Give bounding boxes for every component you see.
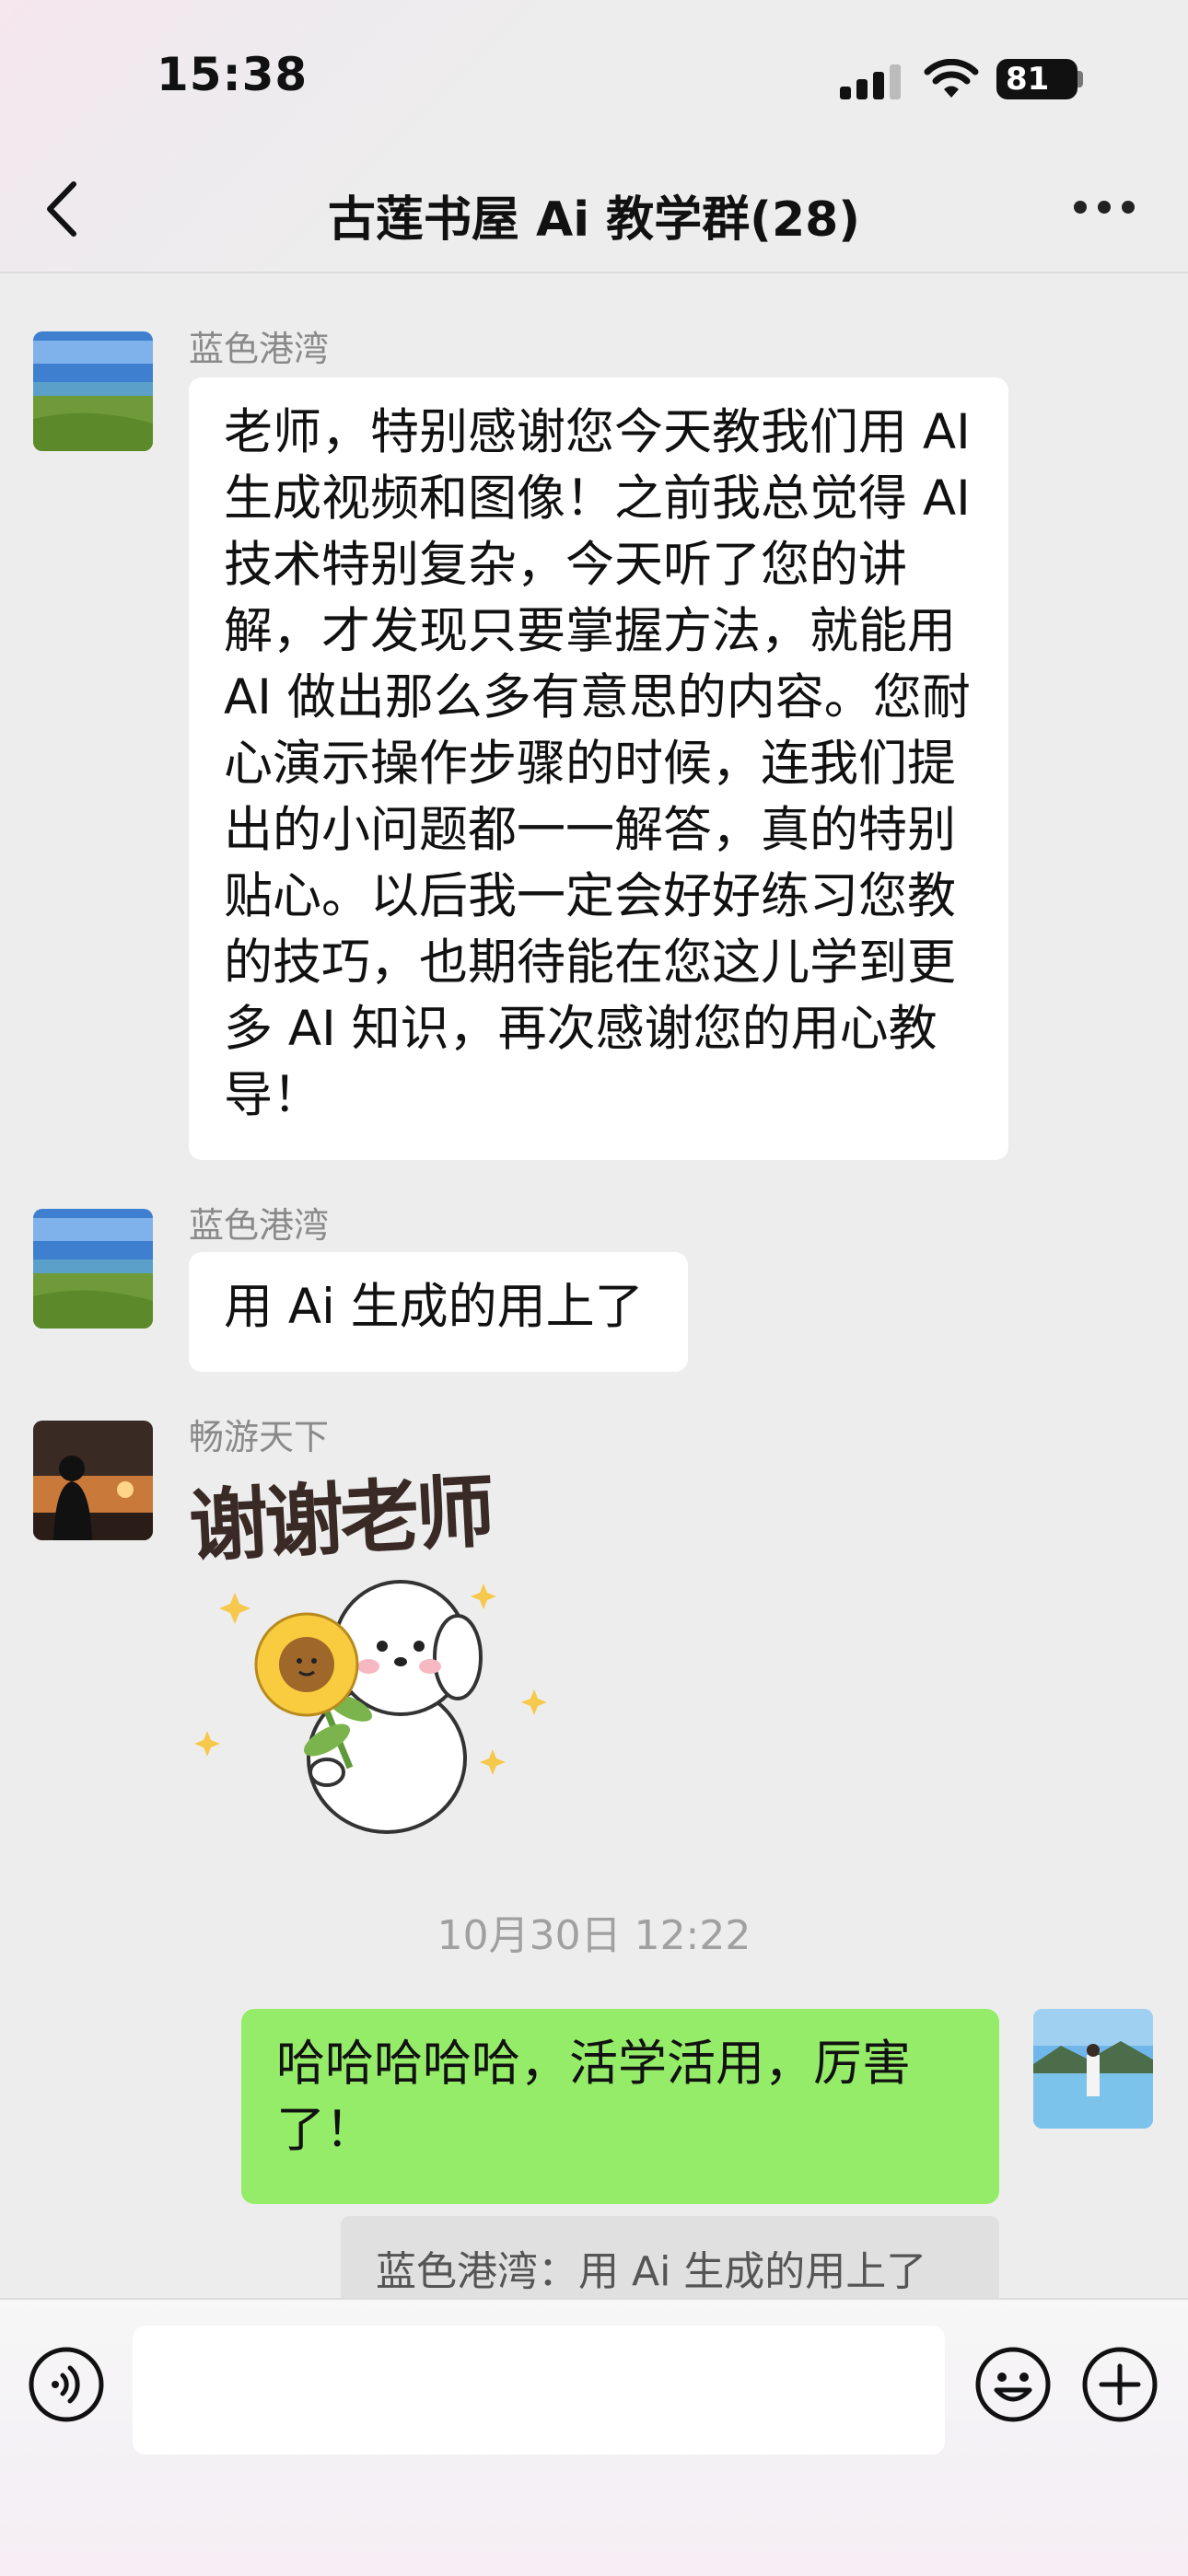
message-bubble[interactable]: 老师，特别感谢您今天教我们用 AI 生成视频和图像！之前我总觉得 AI 技术特别… — [189, 377, 1008, 1160]
landscape-avatar-icon — [33, 331, 153, 451]
avatar[interactable] — [33, 331, 153, 451]
my-avatar[interactable] — [1033, 2009, 1153, 2129]
signal-icon — [840, 64, 901, 99]
input-bar — [0, 2298, 1188, 2576]
sunset-avatar-icon — [33, 1421, 153, 1540]
battery-indicator: 81 — [996, 59, 1077, 99]
chat-title: 古莲书屋 Ai 教学群(28) — [327, 192, 861, 248]
voice-icon[interactable] — [28, 2346, 105, 2423]
mountain-lake-avatar-icon — [1033, 2009, 1153, 2129]
timestamp: 10月30日 12:22 — [437, 1912, 751, 1959]
battery-tip — [1077, 71, 1083, 87]
sender-name: 蓝色港湾 — [189, 329, 330, 369]
avatar[interactable] — [33, 1421, 153, 1540]
message-input[interactable] — [133, 2326, 945, 2454]
sender-name: 畅游天下 — [189, 1417, 330, 1457]
dog-sunflower-icon — [194, 1580, 547, 1834]
landscape-avatar-icon — [33, 1209, 153, 1329]
my-message-bubble[interactable]: 哈哈哈哈哈，活学活用，厉害了！ — [241, 2009, 999, 2204]
status-time: 15:38 — [157, 48, 309, 101]
sender-name: 蓝色港湾 — [189, 1205, 330, 1246]
quoted-message[interactable]: 蓝色港湾：用 Ai 生成的用上了 — [341, 2216, 999, 2308]
avatar[interactable] — [33, 1209, 153, 1329]
header: 15:38 81 古莲书屋 Ai 教学群(28) — [0, 0, 1188, 273]
message-bubble[interactable]: 用 Ai 生成的用上了 — [189, 1252, 688, 1372]
wifi-icon — [924, 59, 979, 98]
more-icon[interactable] — [1074, 201, 1135, 215]
plus-icon[interactable] — [1081, 2346, 1159, 2423]
emoji-icon[interactable] — [974, 2346, 1052, 2423]
sticker[interactable]: 谢谢老师 — [187, 1455, 557, 1841]
